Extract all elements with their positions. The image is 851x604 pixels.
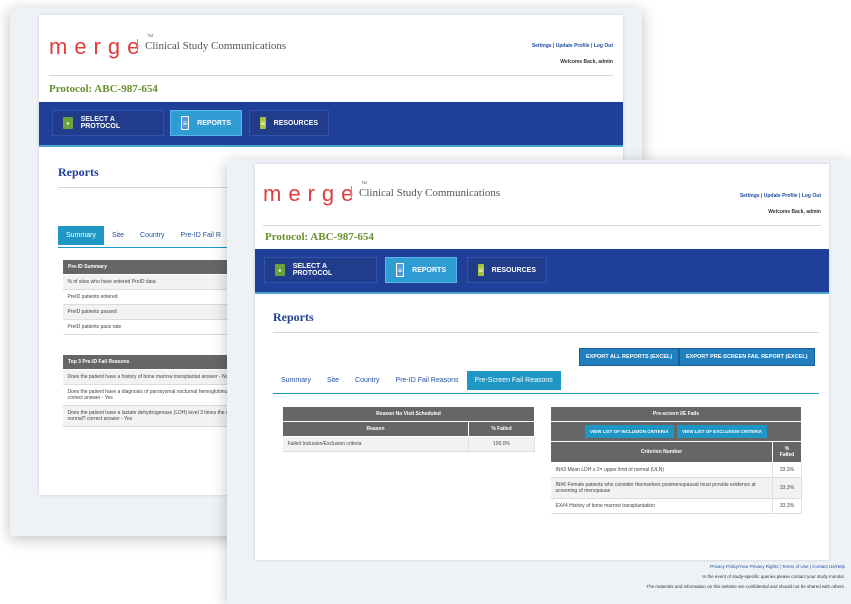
front-page: merge™ Clinical Study Communications Set… — [255, 164, 829, 560]
resources-button[interactable]: ≡ RESOURCES — [467, 257, 547, 283]
resources-icon: ≡ — [260, 117, 266, 129]
footer: Privacy Policy/Your Privacy Rights | Ter… — [646, 564, 845, 589]
pct-cell: 33.3% — [772, 477, 802, 499]
document-icon: ▪ — [63, 117, 73, 129]
protocol-label: Protocol: ABC-987-654 — [49, 83, 158, 95]
table-title: Pre-screen I/E Fails — [550, 406, 802, 422]
select-protocol-label: SELECT A PROTOCOL — [292, 263, 333, 277]
ie-fails-table: Pre-screen I/E Fails VIEW LIST OF INCLUS… — [550, 406, 802, 514]
tab-pre-id-fail-reasons[interactable]: Pre-ID Fail Reasons — [388, 371, 467, 390]
reports-button[interactable]: ≡ REPORTS — [170, 110, 242, 136]
criterion-cell: IN#6 Female patients who consider themse… — [550, 477, 773, 499]
export-all-button[interactable]: EXPORT ALL REPORTS (EXCEL) — [579, 348, 680, 366]
select-protocol-button[interactable]: ▪ SELECT A PROTOCOL — [264, 257, 377, 283]
criteria-buttons-row: VIEW LIST OF INCLUSION CRITERIA VIEW LIS… — [550, 421, 802, 442]
criterion-cell: IN#3 Mean LDH ≥ 2× upper limit of normal… — [550, 462, 773, 478]
update-profile-link[interactable]: Update Profile — [764, 193, 798, 199]
reports-button[interactable]: ≡ REPORTS — [385, 257, 457, 283]
footer-links: Privacy Policy/Your Privacy Rights | Ter… — [710, 564, 845, 569]
welcome-text: Welcome Back, admin — [560, 59, 613, 65]
top-links[interactable]: Settings | Update Profile | Log Out — [740, 193, 821, 199]
tab-pre-id-fail[interactable]: Pre-ID Fail R — [173, 226, 229, 245]
top-links[interactable]: Settings | Update Profile | Log Out — [532, 43, 613, 49]
footer-line-1: In the event of study-specific queries p… — [702, 574, 845, 579]
reason-cell: Failed Inclusion/Exclusion criteria — [282, 436, 469, 452]
tab-site[interactable]: Site — [319, 371, 347, 390]
view-exclusion-button[interactable]: VIEW LIST OF EXCLUSION CRITERIA — [676, 425, 767, 438]
terms-link[interactable]: Terms of Use — [782, 564, 809, 569]
tab-summary[interactable]: Summary — [58, 226, 104, 245]
update-profile-link[interactable]: Update Profile — [556, 43, 590, 49]
reports-label: REPORTS — [197, 119, 231, 127]
document-icon: ▪ — [275, 264, 285, 276]
tab-summary[interactable]: Summary — [273, 371, 319, 390]
settings-link[interactable]: Settings — [740, 193, 760, 199]
export-prescreen-button[interactable]: EXPORT PRE-SCREEN FAIL REPORT (EXCEL) — [679, 348, 815, 366]
pct-cell: 33.3% — [772, 462, 802, 478]
nav-bar: ▪ SELECT A PROTOCOL ≡ REPORTS ≡ RESOURCE… — [39, 102, 623, 147]
page-title: Reports — [58, 165, 99, 179]
footer-line-2: The materials and information on this we… — [646, 584, 845, 589]
log-out-link[interactable]: Log Out — [594, 43, 613, 49]
col-reason: Reason — [282, 421, 469, 437]
view-inclusion-button[interactable]: VIEW LIST OF INCLUSION CRITERIA — [585, 425, 674, 438]
report-icon: ≡ — [396, 263, 405, 277]
protocol-label: Protocol: ABC-987-654 — [265, 231, 374, 243]
logo-divider — [351, 186, 352, 200]
reports-label: REPORTS — [412, 266, 446, 274]
contact-link[interactable]: Contact Us/Help — [812, 564, 845, 569]
nav-bar: ▪ SELECT A PROTOCOL ≡ REPORTS ≡ RESOURCE… — [255, 249, 829, 294]
pct-cell: 33.3% — [772, 498, 802, 514]
back-tabs: Summary Site Country Pre-ID Fail R — [58, 226, 229, 245]
logo-divider — [137, 39, 138, 53]
welcome-text: Welcome Back, admin — [768, 209, 821, 215]
tagline: Clinical Study Communications — [359, 187, 501, 199]
resources-label: RESOURCES — [491, 266, 536, 274]
tab-country[interactable]: Country — [347, 371, 388, 390]
settings-link[interactable]: Settings — [532, 43, 552, 49]
criterion-cell: EX#4 History of bone marrow transplantat… — [550, 498, 773, 514]
tab-underline — [273, 393, 819, 394]
report-icon: ≡ — [181, 116, 190, 130]
page-title: Reports — [273, 310, 314, 324]
select-protocol-button[interactable]: ▪ SELECT A PROTOCOL — [52, 110, 164, 136]
front-window: merge™ Clinical Study Communications Set… — [227, 160, 851, 604]
no-visit-table: Reason No Visit Scheduled Reason % Faile… — [282, 406, 535, 452]
privacy-link[interactable]: Privacy Policy/Your Privacy Rights — [710, 564, 778, 569]
col-failed: % Failed — [772, 441, 802, 463]
resources-button[interactable]: ≡ RESOURCES — [249, 110, 329, 136]
divider — [49, 75, 613, 76]
pct-cell: 100.0% — [468, 436, 535, 452]
tab-site[interactable]: Site — [104, 226, 132, 245]
resources-label: RESOURCES — [273, 119, 318, 127]
resources-icon: ≡ — [478, 264, 484, 276]
col-criterion: Criterion Number — [550, 441, 773, 463]
title-underline — [273, 332, 819, 333]
select-protocol-label: SELECT A PROTOCOL — [80, 116, 121, 130]
table-title: Reason No Visit Scheduled — [282, 406, 535, 422]
front-tabs: Summary Site Country Pre-ID Fail Reasons… — [273, 371, 561, 390]
tab-country[interactable]: Country — [132, 226, 173, 245]
col-failed: % Failed — [468, 421, 535, 437]
divider — [263, 225, 821, 226]
tab-pre-screen-fail-reasons[interactable]: Pre-Screen Fail Reasons — [466, 371, 561, 390]
log-out-link[interactable]: Log Out — [802, 193, 821, 199]
tagline: Clinical Study Communications — [145, 40, 287, 52]
